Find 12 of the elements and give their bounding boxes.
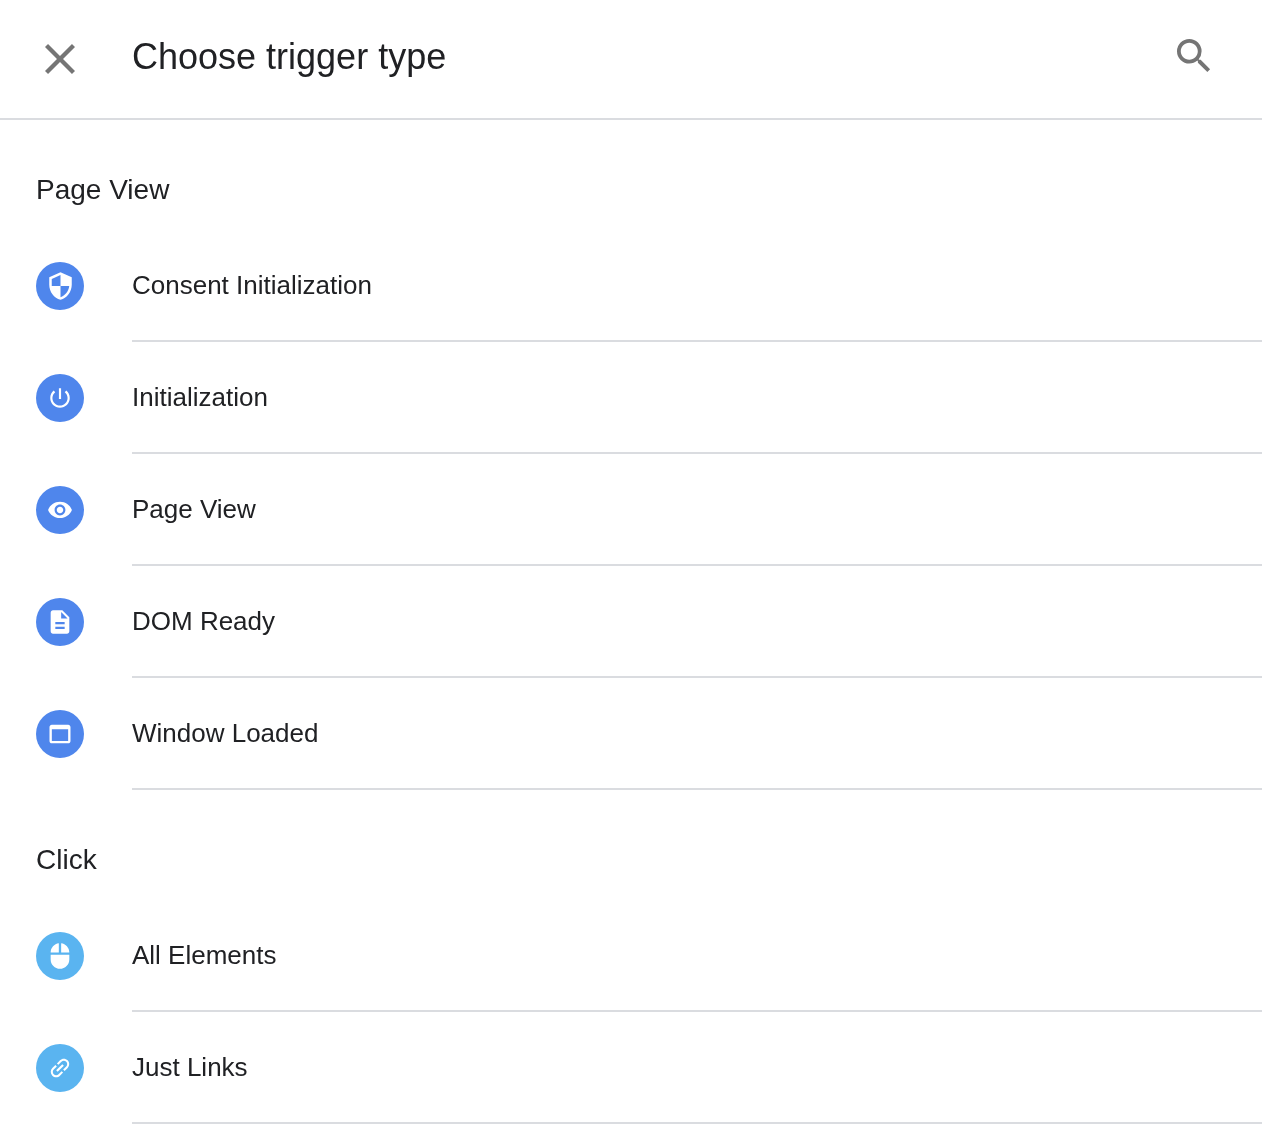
section-heading: Click (36, 843, 97, 877)
trigger-type-item[interactable]: All Elements (0, 900, 1262, 1012)
close-icon (45, 44, 75, 74)
section-heading: Page View (36, 173, 170, 207)
trigger-type-item[interactable]: Initialization (0, 342, 1262, 454)
trigger-type-item[interactable]: DOM Ready (0, 566, 1262, 678)
trigger-type-item[interactable]: Page View (0, 454, 1262, 566)
dialog-title: Choose trigger type (132, 35, 447, 79)
search-icon (1176, 38, 1212, 74)
trigger-type-item[interactable]: Window Loaded (0, 678, 1262, 790)
trigger-type-item[interactable]: Consent Initialization (0, 230, 1262, 342)
trigger-type-item[interactable]: Just Links (0, 1012, 1262, 1124)
